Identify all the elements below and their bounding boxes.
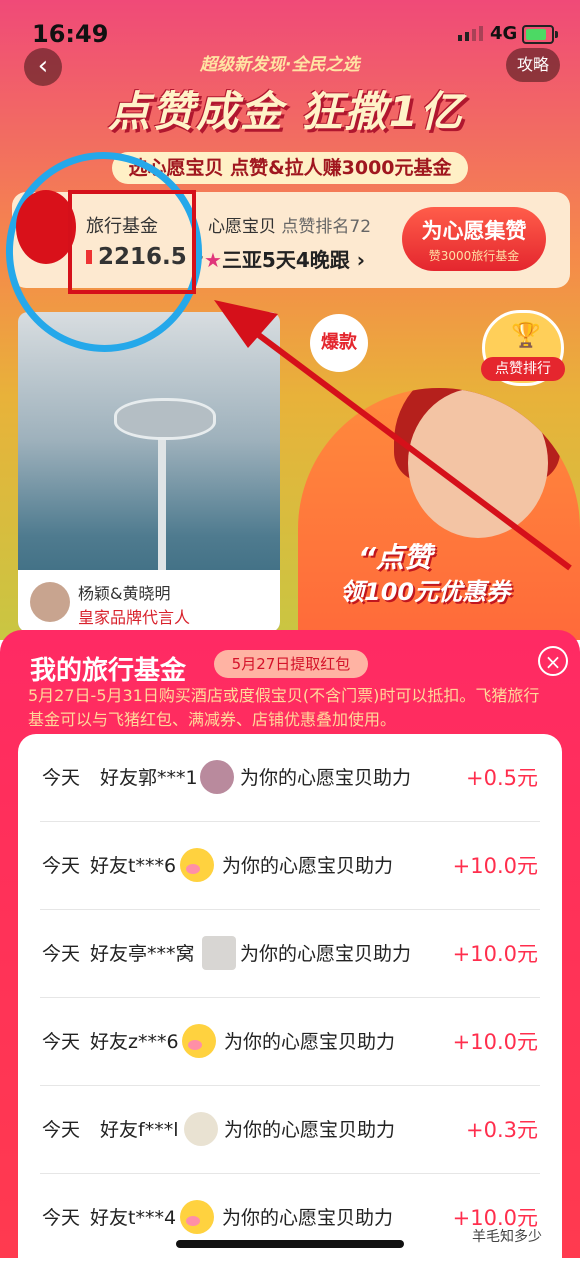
- pig-avatar-icon: [180, 1200, 214, 1234]
- row-friend: 好友t***6: [90, 855, 177, 877]
- home-indicator[interactable]: [176, 1240, 404, 1248]
- list-item: 今天 好友亭***窝 为你的心愿宝贝助力 +10.0元: [18, 910, 562, 998]
- row-friend: 好友f***l: [100, 1119, 179, 1141]
- row-text: 为你的心愿宝贝助力: [240, 943, 412, 965]
- row-amount: +0.3元: [466, 1118, 538, 1142]
- sheet-description: 5月27日-5月31日购买酒店或度假宝贝(不含门票)时可以抵扣。飞猪旅行基金可以…: [28, 686, 540, 729]
- pig-avatar-icon: [180, 848, 214, 882]
- list-item: 今天 好友f***l 为你的心愿宝贝助力 +0.3元: [18, 1086, 562, 1174]
- close-button[interactable]: ×: [538, 646, 568, 676]
- list-item: 今天 好友郭***1 为你的心愿宝贝助力 +0.5元: [18, 734, 562, 822]
- row-day: 今天: [42, 855, 81, 877]
- row-text: 为你的心愿宝贝助力: [240, 767, 412, 789]
- avatar: [200, 760, 234, 794]
- row-amount: +10.0元: [452, 854, 538, 878]
- list-item: 今天 好友z***6 为你的心愿宝贝助力 +10.0元: [18, 998, 562, 1086]
- row-friend: 好友z***6: [90, 1031, 179, 1053]
- row-amount: +10.0元: [452, 1206, 538, 1230]
- list-item: 今天 好友t***6 为你的心愿宝贝助力 +10.0元: [18, 822, 562, 910]
- row-day: 今天: [42, 1207, 81, 1229]
- row-amount: +10.0元: [452, 1030, 538, 1054]
- contribution-list: 今天 好友郭***1 为你的心愿宝贝助力 +0.5元 今天 好友t***6 为你…: [18, 734, 562, 1258]
- annotation-arrow-icon: [214, 300, 572, 571]
- row-day: 今天: [42, 767, 81, 789]
- row-text: 为你的心愿宝贝助力: [224, 1031, 396, 1053]
- sheet-title: 我的旅行基金: [30, 656, 187, 686]
- row-text: 为你的心愿宝贝助力: [224, 1119, 396, 1141]
- avatar: [202, 936, 236, 970]
- row-friend: 好友郭***1: [100, 767, 198, 789]
- row-day: 今天: [42, 1031, 81, 1053]
- row-day: 今天: [42, 1119, 81, 1141]
- row-text: 为你的心愿宝贝助力: [222, 855, 394, 877]
- watermark: 羊毛知多少: [472, 1229, 542, 1245]
- row-amount: +0.5元: [466, 766, 538, 790]
- row-day: 今天: [42, 943, 81, 965]
- row-friend: 好友亭***窝: [90, 943, 195, 965]
- withdraw-date-badge: 5月27日提取红包: [214, 650, 368, 678]
- row-friend: 好友t***4: [90, 1207, 177, 1229]
- list-item: 今天 好友t***4 为你的心愿宝贝助力 +10.0元: [18, 1174, 562, 1262]
- row-amount: +10.0元: [452, 942, 538, 966]
- pig-avatar-icon: [182, 1024, 216, 1058]
- row-text: 为你的心愿宝贝助力: [222, 1207, 394, 1229]
- avatar: [184, 1112, 218, 1146]
